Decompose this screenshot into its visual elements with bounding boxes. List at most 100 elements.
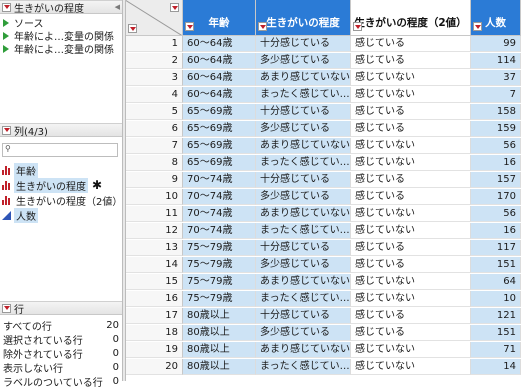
table-cell[interactable]: あまり感じていない — [256, 70, 351, 86]
table-cell[interactable]: 感じていない — [351, 291, 471, 307]
column-search-input[interactable]: ⚲ — [2, 143, 118, 157]
column-menu-icon[interactable] — [353, 22, 362, 31]
table-cell[interactable]: まったく感じてい… — [256, 223, 351, 239]
table-cell[interactable]: 感じていない — [351, 70, 471, 86]
row-number[interactable]: 11 — [126, 206, 183, 222]
table-cell[interactable]: まったく感じてい… — [256, 87, 351, 103]
red-triangle-menu-icon[interactable] — [2, 125, 11, 135]
run-script-icon[interactable] — [3, 31, 9, 40]
table-cell[interactable]: 56 — [471, 206, 521, 222]
column-item[interactable]: 生きがいの程度 ✱ — [2, 177, 102, 193]
table-cell[interactable]: 121 — [471, 308, 521, 324]
table-cell[interactable]: あまり感じていない — [256, 138, 351, 154]
table-cell[interactable]: 16 — [471, 155, 521, 171]
table-cell[interactable]: 感じていない — [351, 342, 471, 358]
table-cell[interactable]: 99 — [471, 36, 521, 52]
table-cell[interactable]: 70～74歳 — [183, 223, 256, 239]
table-cell[interactable]: 感じていない — [351, 359, 471, 375]
column-item[interactable]: 人数 — [2, 207, 38, 223]
table-cell[interactable]: 114 — [471, 53, 521, 69]
table-cell[interactable]: 十分感じている — [256, 172, 351, 188]
row-number[interactable]: 3 — [126, 70, 183, 86]
row-number[interactable]: 16 — [126, 291, 183, 307]
red-triangle-menu-icon[interactable] — [2, 2, 11, 12]
row-menu-icon[interactable] — [128, 24, 137, 33]
rows-panel-header[interactable]: 行 — [0, 301, 122, 316]
table-cell[interactable]: 70～74歳 — [183, 189, 256, 205]
collapse-arrow-icon[interactable]: ◀ — [115, 3, 120, 11]
corner-menu-icon[interactable] — [170, 3, 179, 12]
table-cell[interactable]: 感じていない — [351, 87, 471, 103]
table-cell[interactable]: 感じている — [351, 325, 471, 341]
table-cell[interactable]: 80歳以上 — [183, 308, 256, 324]
red-triangle-menu-icon[interactable] — [2, 303, 11, 313]
row-number[interactable]: 12 — [126, 223, 183, 239]
table-cell[interactable]: 60～64歳 — [183, 53, 256, 69]
table-cell[interactable]: 159 — [471, 121, 521, 137]
table-cell[interactable]: 60～64歳 — [183, 36, 256, 52]
row-number[interactable]: 15 — [126, 274, 183, 290]
table-cell[interactable]: 170 — [471, 189, 521, 205]
table-script-item[interactable]: 年齢によ…変量の関係 — [3, 42, 114, 56]
table-cell[interactable]: 71 — [471, 342, 521, 358]
table-cell[interactable]: あまり感じていない — [256, 206, 351, 222]
column-menu-icon[interactable] — [258, 22, 267, 31]
row-number[interactable]: 18 — [126, 325, 183, 341]
table-cell[interactable]: 65～69歳 — [183, 121, 256, 137]
table-cell[interactable]: 117 — [471, 240, 521, 256]
table-cell[interactable]: まったく感じてい… — [256, 291, 351, 307]
table-cell[interactable]: 感じている — [351, 36, 471, 52]
table-cell[interactable]: 感じている — [351, 189, 471, 205]
table-cell[interactable]: 157 — [471, 172, 521, 188]
table-cell[interactable]: 75～79歳 — [183, 257, 256, 273]
table-cell[interactable]: 75～79歳 — [183, 291, 256, 307]
table-cell[interactable]: 37 — [471, 70, 521, 86]
table-cell[interactable]: 151 — [471, 257, 521, 273]
table-cell[interactable]: まったく感じてい… — [256, 155, 351, 171]
table-cell[interactable]: 感じていない — [351, 155, 471, 171]
table-cell[interactable]: 感じている — [351, 240, 471, 256]
row-number[interactable]: 2 — [126, 53, 183, 69]
row-number[interactable]: 5 — [126, 104, 183, 120]
column-menu-icon[interactable] — [185, 22, 194, 31]
row-number[interactable]: 14 — [126, 257, 183, 273]
table-cell[interactable]: 64 — [471, 274, 521, 290]
row-number[interactable]: 17 — [126, 308, 183, 324]
column-item[interactable]: 年齢 — [2, 162, 38, 178]
column-property-star-icon[interactable]: ✱ — [92, 178, 102, 192]
row-number[interactable]: 1 — [126, 36, 183, 52]
grid-corner[interactable] — [126, 0, 183, 36]
table-cell[interactable]: 65～69歳 — [183, 155, 256, 171]
table-cell[interactable]: 75～79歳 — [183, 274, 256, 290]
row-number[interactable]: 19 — [126, 342, 183, 358]
table-cell[interactable]: あまり感じていない — [256, 274, 351, 290]
row-number[interactable]: 8 — [126, 155, 183, 171]
table-cell[interactable]: 60～64歳 — [183, 87, 256, 103]
table-panel-header[interactable]: 生きがいの程度 ◀ — [0, 0, 122, 15]
table-cell[interactable]: 158 — [471, 104, 521, 120]
table-cell[interactable]: 14 — [471, 359, 521, 375]
table-cell[interactable]: 60～64歳 — [183, 70, 256, 86]
run-script-icon[interactable] — [3, 44, 9, 53]
table-cell[interactable]: 多少感じている — [256, 189, 351, 205]
table-cell[interactable]: 十分感じている — [256, 308, 351, 324]
row-number[interactable]: 6 — [126, 121, 183, 137]
table-cell[interactable]: 16 — [471, 223, 521, 239]
run-script-icon[interactable] — [3, 18, 9, 27]
table-cell[interactable]: 感じている — [351, 104, 471, 120]
column-menu-icon[interactable] — [473, 22, 482, 31]
table-cell[interactable]: 十分感じている — [256, 36, 351, 52]
table-cell[interactable]: 56 — [471, 138, 521, 154]
table-cell[interactable]: 感じている — [351, 172, 471, 188]
row-number[interactable]: 7 — [126, 138, 183, 154]
table-cell[interactable]: 80歳以上 — [183, 359, 256, 375]
table-cell[interactable]: 7 — [471, 87, 521, 103]
row-number[interactable]: 13 — [126, 240, 183, 256]
row-number[interactable]: 9 — [126, 172, 183, 188]
table-cell[interactable]: 十分感じている — [256, 240, 351, 256]
table-cell[interactable]: 10 — [471, 291, 521, 307]
table-cell[interactable]: 感じている — [351, 308, 471, 324]
row-number[interactable]: 20 — [126, 359, 183, 375]
table-cell[interactable]: 十分感じている — [256, 104, 351, 120]
table-cell[interactable]: 70～74歳 — [183, 172, 256, 188]
